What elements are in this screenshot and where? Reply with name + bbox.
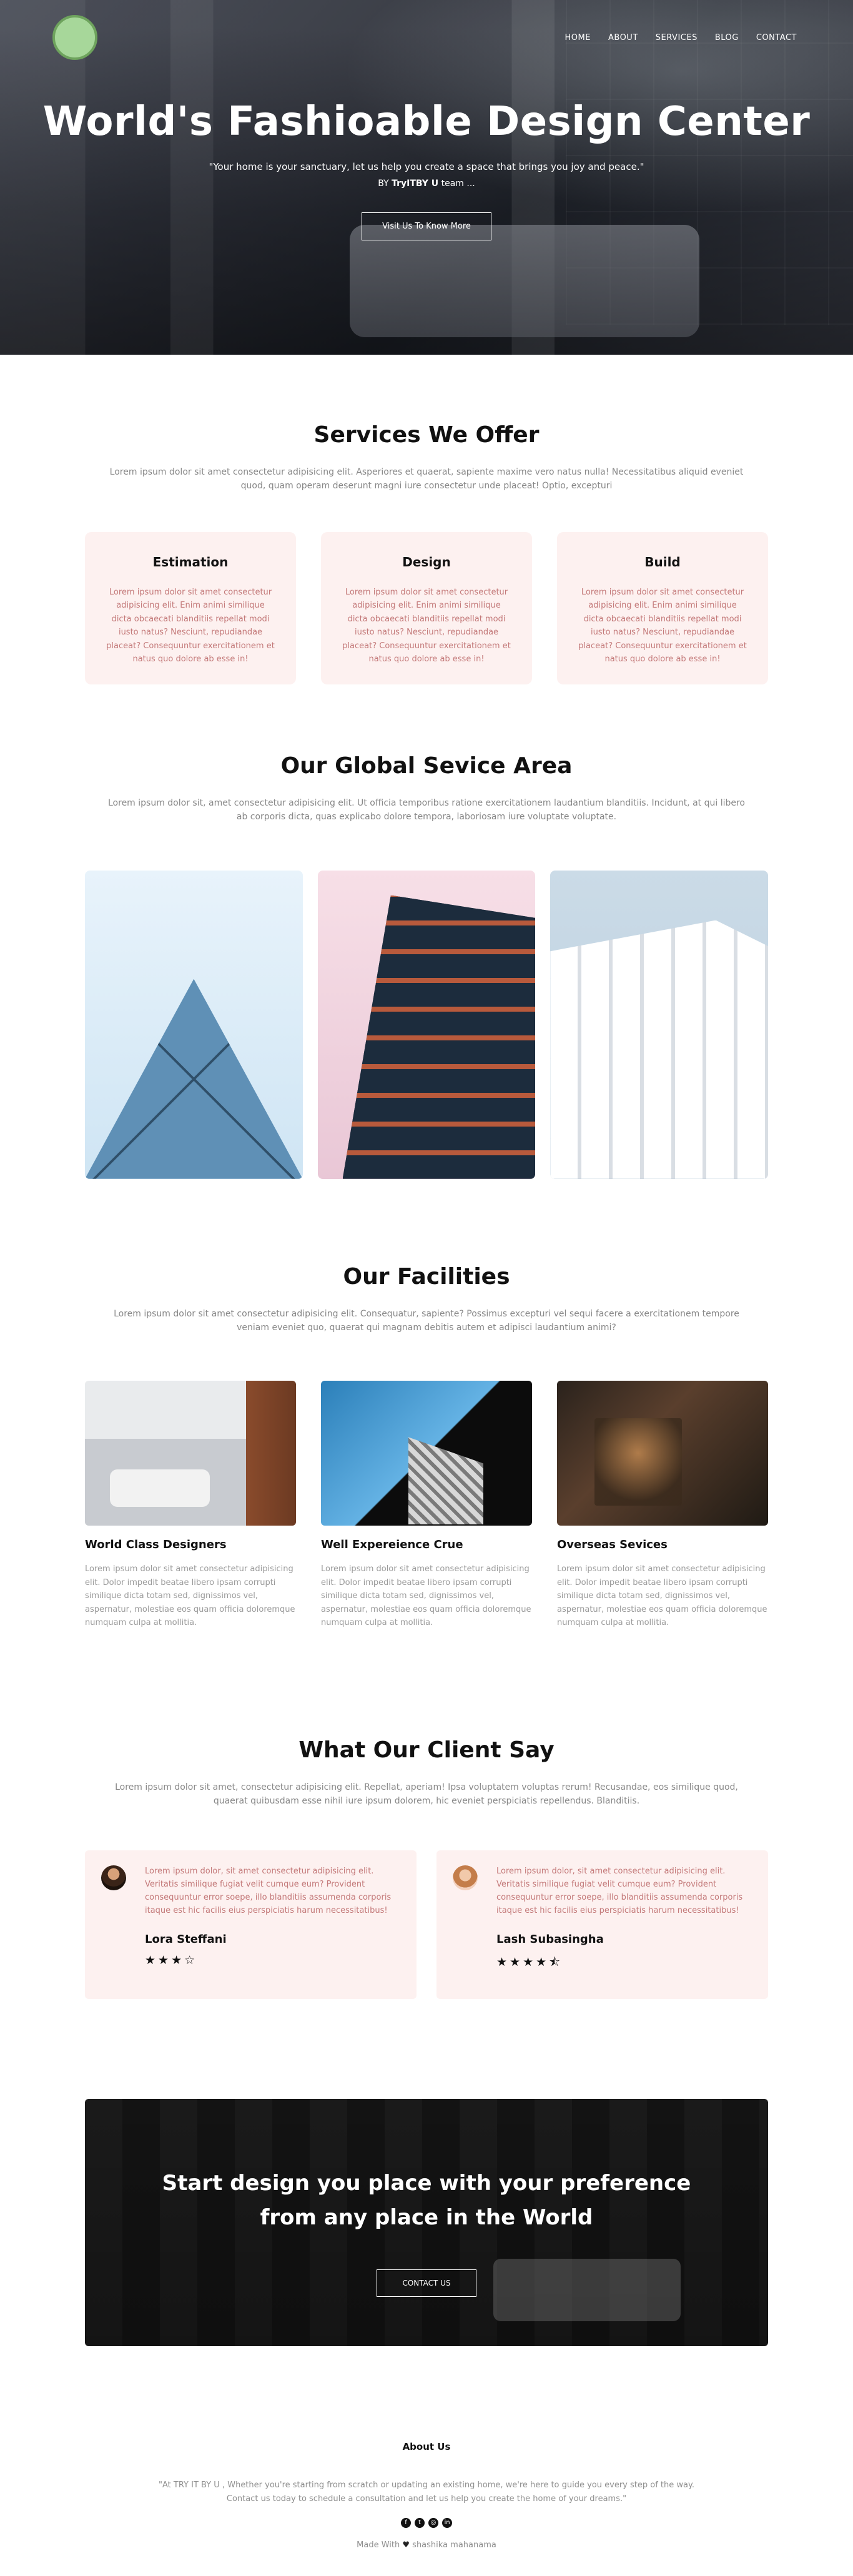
hero-brand: TryITBY U (392, 179, 439, 189)
footer: About Us "At TRY IT BY U , Whether you'r… (0, 2346, 853, 2575)
hero-quote: "Your home is your sanctuary, let us hel… (209, 161, 644, 172)
avatar (101, 1865, 126, 1891)
cta-title-line2: from any place in the World (260, 2204, 593, 2230)
facility-image-overseas (557, 1381, 768, 1526)
testimonial-card: Lorem ipsum dolor, sit amet consectetur … (436, 1850, 768, 2000)
service-card-design: Design Lorem ipsum dolor sit amet consec… (321, 531, 532, 684)
hero-content: World's Fashioable Design Center "Your h… (0, 99, 853, 240)
facility-card: Well Expereience Crue Lorem ipsum dolor … (321, 1381, 532, 1629)
hero-sofa-image (350, 225, 699, 337)
clients-section: What Our Client Say Lorem ipsum dolor si… (0, 1630, 853, 2000)
area-lead: Lorem ipsum dolor sit, amet consectetur … (108, 797, 745, 822)
nav-about[interactable]: ABOUT (608, 33, 638, 42)
cta-title: Start design you place with your prefere… (85, 2099, 768, 2234)
hero: HOME ABOUT SERVICES BLOG CONTACT World's… (0, 0, 853, 355)
area-gallery (85, 870, 769, 1179)
service-card-text: Lorem ipsum dolor sit amet consectetur a… (342, 587, 511, 664)
service-card-text: Lorem ipsum dolor sit amet consectetur a… (578, 587, 747, 664)
testimonial-body: Lorem ipsum dolor, sit amet consectetur … (145, 1865, 399, 1999)
star-rating-icon: ★★★★⯪ (496, 1955, 563, 1969)
made-suffix: shashika mahanama (412, 2540, 496, 2550)
facility-title: Well Expereience Crue (321, 1538, 463, 1552)
service-card-build: Build Lorem ipsum dolor sit amet consect… (557, 531, 768, 684)
top-nav: HOME ABOUT SERVICES BLOG CONTACT (0, 12, 853, 62)
cta-section: Start design you place with your prefere… (0, 1999, 853, 2347)
nav-links: HOME ABOUT SERVICES BLOG CONTACT (565, 33, 797, 42)
hero-by-line: BY TryITBY U team ... (0, 179, 853, 189)
service-cards: Estimation Lorem ipsum dolor sit amet co… (85, 531, 768, 684)
services-section: Services We Offer Lorem ipsum dolor sit … (0, 355, 853, 684)
made-prefix: Made With (357, 2540, 400, 2550)
testimonial-name: Lash Subasingha (496, 1932, 604, 1946)
facility-image-worker (321, 1381, 532, 1526)
facility-text: Lorem ipsum dolor sit amet consectetur a… (85, 1564, 295, 1628)
service-card-title: Build (644, 554, 681, 570)
facility-image-living-room (85, 1381, 296, 1526)
service-card-title: Estimation (152, 554, 229, 570)
footer-title: About Us (402, 2441, 451, 2453)
area-title: Our Global Sevice Area (280, 753, 573, 779)
hero-title: World's Fashioable Design Center (42, 99, 811, 145)
facilities-lead: Lorem ipsum dolor sit amet consectetur a… (114, 1308, 739, 1333)
heart-icon: ♥ (402, 2540, 410, 2550)
facilities-grid: World Class Designers Lorem ipsum dolor … (85, 1381, 768, 1629)
service-card-estimation: Estimation Lorem ipsum dolor sit amet co… (85, 531, 296, 684)
facility-title: Overseas Sevices (557, 1538, 668, 1552)
clients-title: What Our Client Say (298, 1737, 555, 1763)
linkedin-icon[interactable]: in (442, 2517, 452, 2528)
twitter-icon[interactable]: t (415, 2517, 425, 2528)
area-image-tower (317, 870, 536, 1179)
area-image-glass-pyramid (85, 870, 303, 1179)
services-lead: Lorem ipsum dolor sit amet consectetur a… (109, 467, 744, 491)
facility-text: Lorem ipsum dolor sit amet consectetur a… (321, 1564, 531, 1628)
social-links: f t ◎ in (85, 2517, 768, 2528)
cta-title-line1: Start design you place with your prefere… (162, 2171, 691, 2196)
service-area-section: Our Global Sevice Area Lorem ipsum dolor… (0, 684, 853, 1179)
services-title: Services We Offer (313, 422, 540, 448)
nav-services[interactable]: SERVICES (656, 33, 698, 42)
facility-card: World Class Designers Lorem ipsum dolor … (85, 1381, 296, 1629)
testimonial-text: Lorem ipsum dolor, sit amet consectetur … (496, 1867, 743, 1915)
service-card-text: Lorem ipsum dolor sit amet consectetur a… (106, 587, 275, 664)
client-testimonials: Lorem ipsum dolor, sit amet consectetur … (85, 1850, 768, 2000)
visit-us-button[interactable]: Visit Us To Know More (362, 212, 491, 240)
facility-title: World Class Designers (85, 1538, 227, 1552)
nav-home[interactable]: HOME (565, 33, 591, 42)
made-with-line: Made With ♥ shashika mahanama (85, 2540, 768, 2550)
testimonial-text: Lorem ipsum dolor, sit amet consectetur … (145, 1867, 392, 1915)
avatar (453, 1865, 478, 1891)
logo[interactable] (52, 15, 97, 60)
star-rating-icon: ★★★☆ (145, 1953, 198, 1967)
contact-us-button[interactable]: CONTACT US (377, 2269, 476, 2297)
facebook-icon[interactable]: f (401, 2517, 411, 2528)
area-image-white-building (550, 870, 769, 1179)
facilities-section: Our Facilities Lorem ipsum dolor sit ame… (0, 1179, 853, 1630)
instagram-icon[interactable]: ◎ (428, 2517, 438, 2528)
hero-by-prefix: BY (378, 179, 389, 189)
nav-contact[interactable]: CONTACT (756, 33, 797, 42)
testimonial-body: Lorem ipsum dolor, sit amet consectetur … (496, 1865, 751, 1999)
clients-lead: Lorem ipsum dolor sit amet, consectetur … (115, 1782, 738, 1806)
footer-about: "At TRY IT BY U , Whether you're startin… (159, 2480, 694, 2504)
facility-text: Lorem ipsum dolor sit amet consectetur a… (557, 1564, 767, 1628)
nav-blog[interactable]: BLOG (715, 33, 739, 42)
hero-by-suffix: team ... (441, 179, 475, 189)
cta-banner: Start design you place with your prefere… (85, 2099, 768, 2347)
testimonial-card: Lorem ipsum dolor, sit amet consectetur … (85, 1850, 417, 2000)
facilities-title: Our Facilities (343, 1263, 510, 1290)
service-card-title: Design (402, 554, 451, 570)
testimonial-name: Lora Steffani (145, 1932, 227, 1946)
facility-card: Overseas Sevices Lorem ipsum dolor sit a… (557, 1381, 768, 1629)
